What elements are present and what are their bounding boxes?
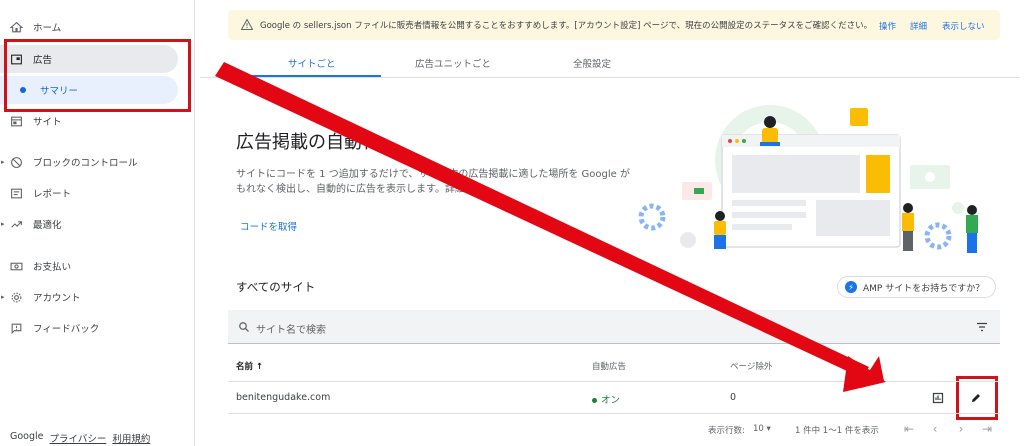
- sidebar-item-reports[interactable]: レポート: [0, 179, 190, 207]
- tab-by-ad-unit[interactable]: 広告ユニットごと: [415, 56, 491, 70]
- reports-icon: [9, 186, 23, 200]
- filter-icon[interactable]: [976, 322, 988, 335]
- sites-table-header: 名前 ↑ 自動広告 ページ除外: [228, 352, 1000, 382]
- sidebar-item-home[interactable]: ホーム: [0, 13, 190, 41]
- terms-link[interactable]: 利用規約: [112, 431, 150, 445]
- highlight-box-ads: [4, 39, 191, 112]
- tabs-bar: サイトごと 広告ユニットごと 全般設定: [200, 48, 1020, 78]
- banner-dismiss-button[interactable]: 表示しない: [942, 20, 985, 32]
- rows-per-page-select[interactable]: 10 ▾: [753, 424, 771, 434]
- first-page-icon[interactable]: ⇤: [902, 421, 916, 437]
- bolt-icon: ⚡: [845, 281, 857, 293]
- get-code-link[interactable]: コードを取得: [240, 219, 297, 233]
- last-page-icon[interactable]: ⇥: [980, 421, 994, 437]
- all-sites-title: すべてのサイト: [236, 280, 316, 294]
- sidebar-item-payments[interactable]: お支払い: [0, 252, 190, 280]
- dropdown-arrow-icon: ▾: [763, 424, 771, 434]
- sort-arrow-up-icon: ↑: [255, 362, 264, 372]
- auto-ads-illustration: [638, 105, 978, 253]
- sidebar-item-account[interactable]: ▸ アカウント: [0, 283, 190, 311]
- auto-ads-status-cell: オン: [592, 392, 620, 406]
- site-name-cell[interactable]: benitengudake.com: [236, 392, 330, 403]
- sidebar-footer: Google プライバシー 利用規約: [10, 431, 150, 445]
- sites-icon: [9, 114, 23, 128]
- banner-details-button[interactable]: 詳細: [910, 20, 927, 32]
- column-header-page-exclusions: ページ除外: [730, 362, 773, 372]
- page-exclusions-cell: 0: [730, 392, 737, 403]
- column-header-auto-ads: 自動広告: [592, 362, 627, 372]
- site-search-bar[interactable]: サイト名で検索: [228, 310, 1000, 344]
- sidebar-item-label: ホーム: [33, 23, 62, 34]
- active-tab-indicator: [241, 75, 381, 77]
- optimize-icon: [9, 217, 23, 231]
- sidebar-item-label: サイト: [33, 117, 62, 128]
- tab-general-settings[interactable]: 全般設定: [573, 56, 611, 70]
- warning-icon: [240, 18, 254, 33]
- site-edit-button[interactable]: [966, 388, 986, 408]
- hero-title: 広告掲載の自動化: [236, 132, 380, 153]
- sidebar-item-label: フィードバック: [33, 324, 100, 335]
- search-icon: [238, 321, 250, 336]
- caret-right-icon: ▸: [1, 293, 5, 301]
- sidebar-item-label: お支払い: [33, 262, 72, 273]
- pagination-range: 1 件中 1〜1 件を表示: [795, 426, 879, 436]
- bar-chart-icon: [932, 392, 944, 404]
- banner-action-button[interactable]: 操作: [879, 20, 896, 32]
- payments-icon: [9, 259, 23, 273]
- next-page-icon[interactable]: ›: [954, 421, 968, 437]
- amp-chip-label: AMP サイトをお持ちですか？: [863, 283, 985, 294]
- table-row: benitengudake.com オン 0: [228, 382, 1000, 414]
- privacy-link[interactable]: プライバシー: [50, 431, 107, 445]
- sellers-json-banner: Google の sellers.json ファイルに販売者情報を公開することを…: [228, 10, 1000, 40]
- home-icon: [9, 20, 23, 34]
- banner-message: Google の sellers.json ファイルに販売者情報を公開することを…: [260, 21, 873, 31]
- site-report-button[interactable]: [928, 388, 948, 408]
- column-header-name[interactable]: 名前 ↑: [236, 360, 263, 372]
- sidebar-item-optimize[interactable]: ▸ 最適化: [0, 210, 190, 238]
- pencil-icon: [972, 394, 980, 402]
- gear-icon: [9, 290, 23, 304]
- caret-right-icon: ▸: [1, 158, 5, 166]
- search-input[interactable]: サイト名で検索: [256, 321, 326, 336]
- rows-per-page-label: 表示行数:: [708, 426, 745, 436]
- block-icon: [9, 155, 23, 169]
- caret-right-icon: ▸: [1, 220, 5, 228]
- sidebar-item-label: レポート: [33, 189, 72, 200]
- amp-sites-chip[interactable]: ⚡ AMP サイトをお持ちですか？: [837, 276, 996, 298]
- sidebar-item-label: 最適化: [33, 220, 62, 231]
- status-dot-icon: [592, 398, 597, 403]
- sidebar-item-block-controls[interactable]: ▸ ブロックのコントロール: [0, 148, 190, 176]
- google-logo-text: Google: [10, 431, 44, 442]
- tab-by-site[interactable]: サイトごと: [288, 56, 336, 70]
- sidebar-item-label: アカウント: [33, 293, 81, 304]
- prev-page-icon[interactable]: ‹: [928, 421, 942, 437]
- sidebar-item-feedback[interactable]: フィードバック: [0, 314, 190, 342]
- feedback-icon: [9, 321, 23, 335]
- hero-description: サイトにコードを 1 つ追加するだけで、サイト内の広告掲載に適した場所を Goo…: [236, 169, 630, 195]
- sidebar-item-label: ブロックのコントロール: [33, 158, 138, 169]
